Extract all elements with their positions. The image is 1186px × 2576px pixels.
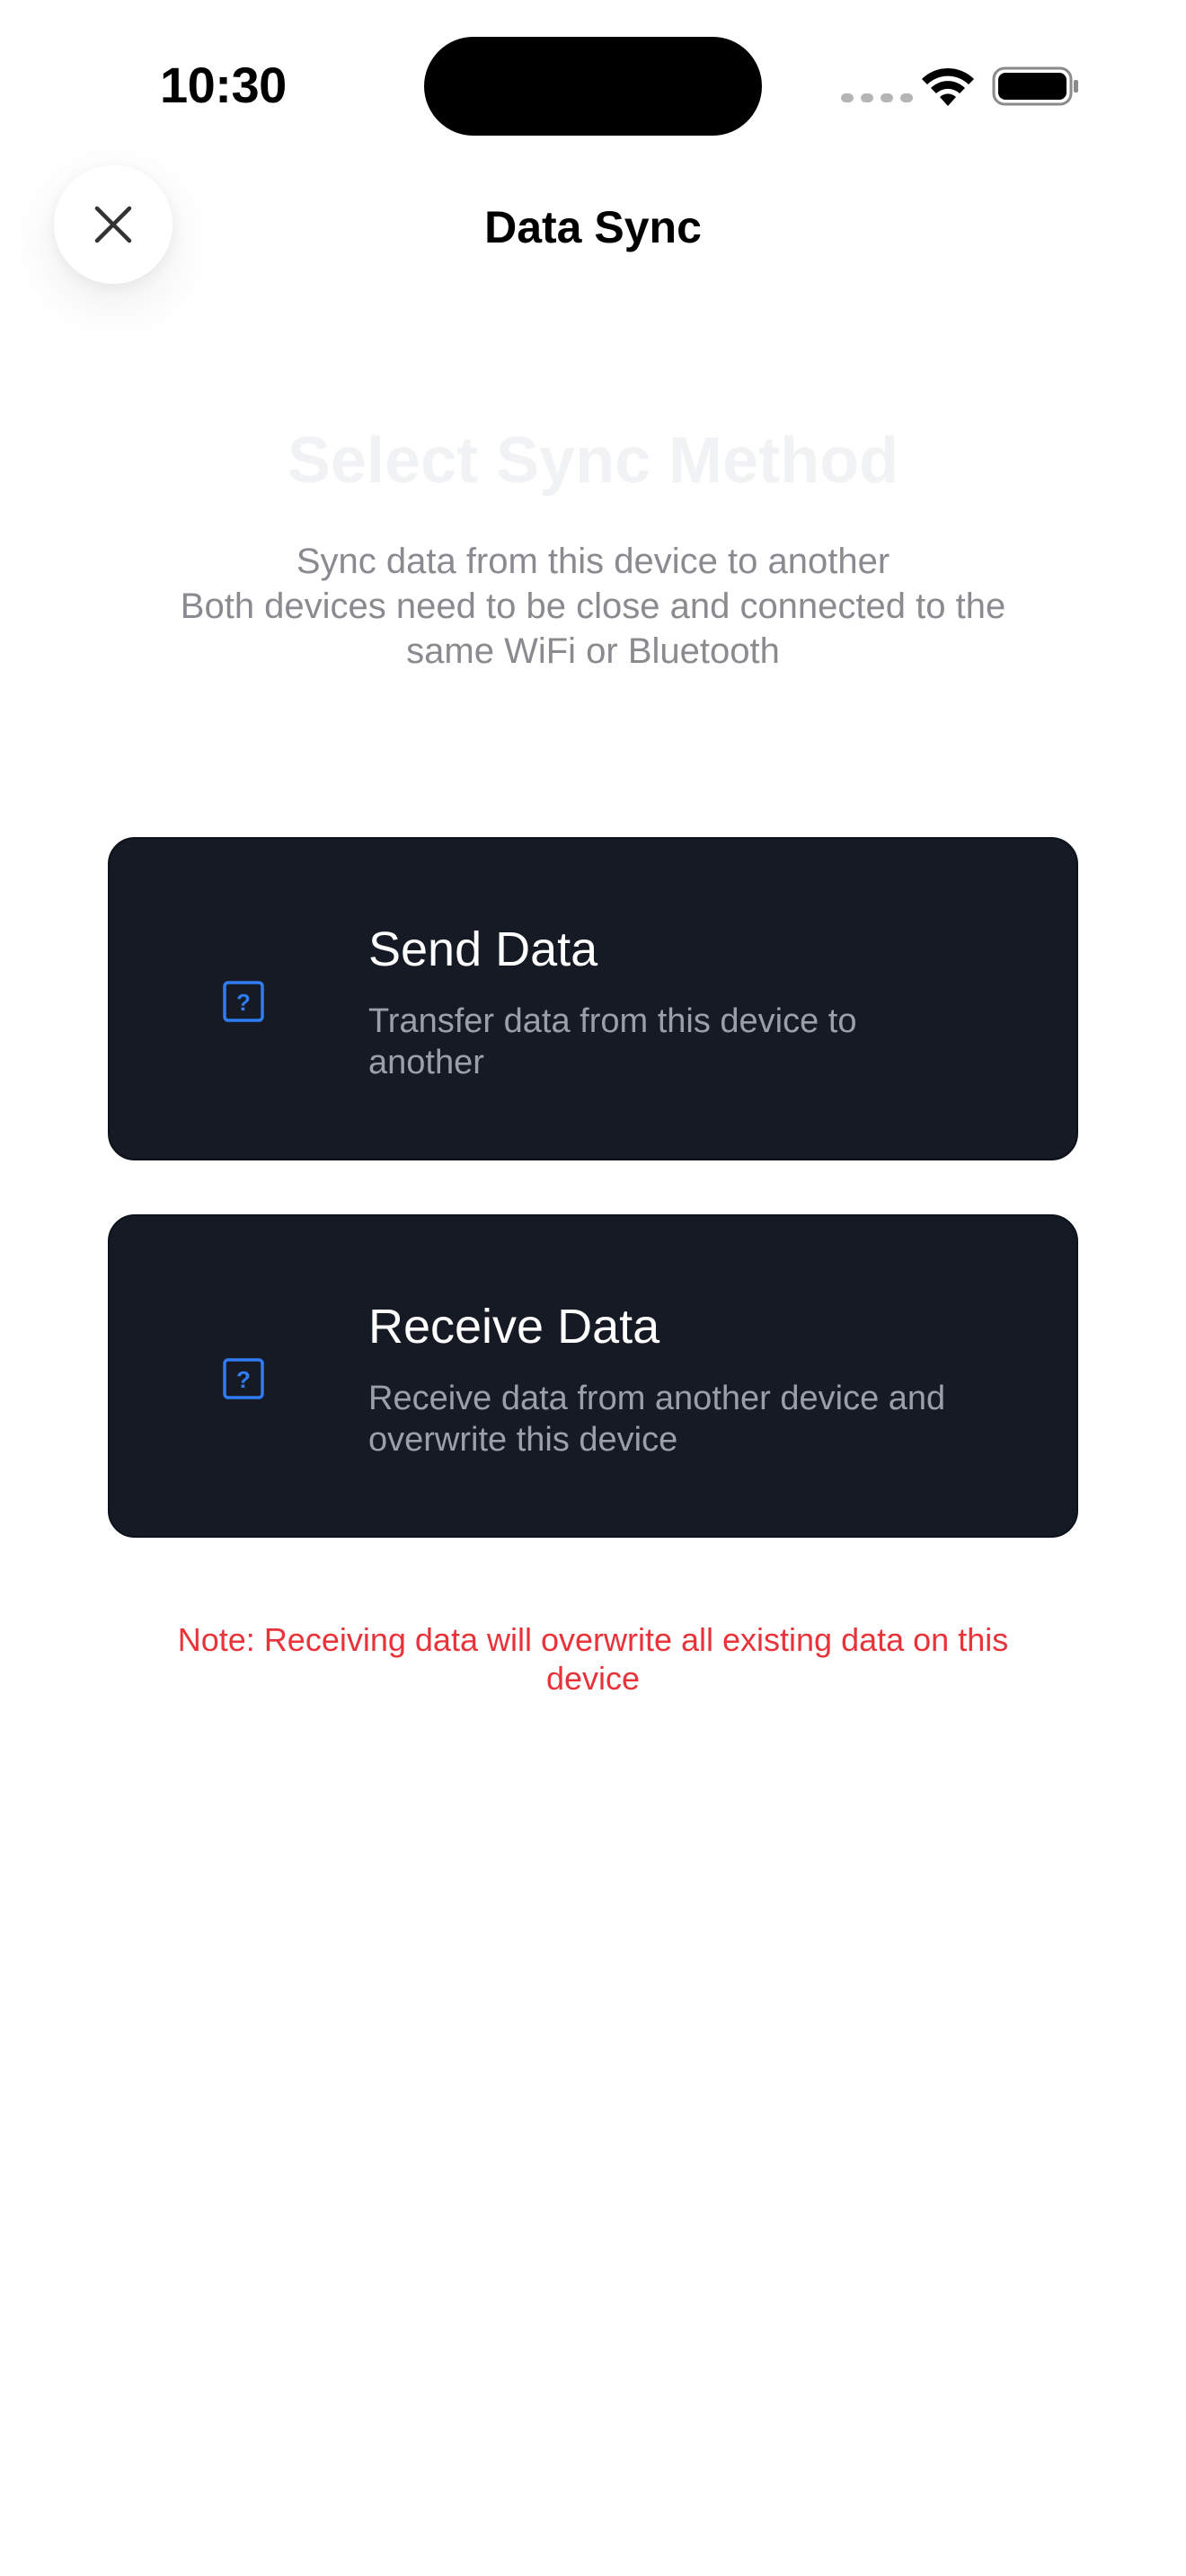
battery-icon: [992, 66, 1078, 106]
receive-data-title: Receive Data: [368, 1300, 660, 1354]
send-data-description: Transfer data from this device to anothe…: [368, 1002, 857, 1081]
svg-text:?: ?: [236, 1366, 251, 1393]
cellular-signal-icon: [841, 93, 913, 102]
section-subtitle: Sync data from this device to another Bo…: [180, 542, 1006, 671]
section-heading: Select Sync Method: [287, 425, 899, 497]
page-title: Data Sync: [484, 202, 702, 252]
wifi-icon: [922, 67, 974, 106]
send-data-option[interactable]: ? Send Data Transfer data from this devi…: [108, 837, 1078, 1160]
overwrite-warning-note: Note: Receiving data will overwrite all …: [177, 1621, 1009, 1697]
receive-data-description: Receive data from another device and ove…: [368, 1380, 946, 1459]
data-sync-screen: 10:30 Data Sync Select Sync Method Sync …: [0, 0, 1186, 2576]
question-mark-icon: ?: [223, 1358, 264, 1399]
status-time: 10:30: [160, 57, 287, 113]
question-mark-icon: ?: [223, 981, 264, 1022]
send-data-title: Send Data: [368, 922, 598, 976]
dynamic-island: [424, 37, 762, 136]
receive-data-option[interactable]: ? Receive Data Receive data from another…: [108, 1214, 1078, 1538]
svg-text:?: ?: [236, 989, 251, 1016]
